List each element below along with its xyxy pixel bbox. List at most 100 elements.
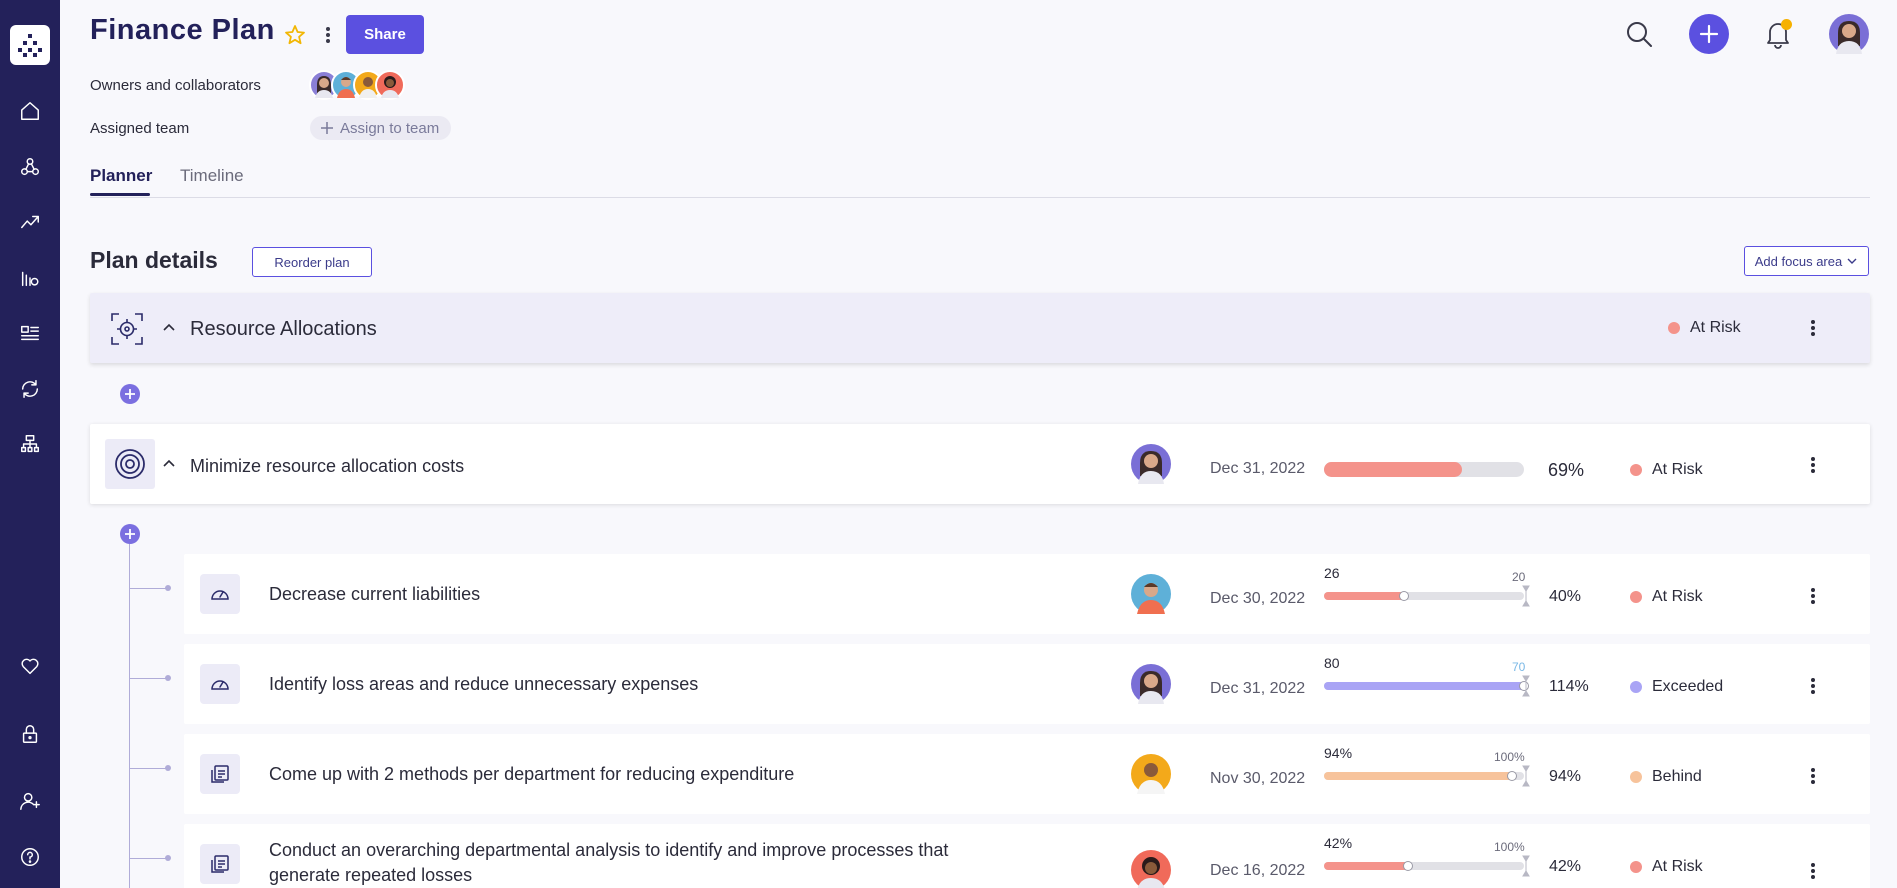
progress-track xyxy=(1324,862,1524,870)
target-marker-icon xyxy=(1522,675,1530,697)
owner-avatar[interactable] xyxy=(1131,574,1171,614)
due-date: Dec 16, 2022 xyxy=(1210,862,1306,879)
add-objective-button[interactable] xyxy=(120,384,140,404)
key-result-more-icon[interactable] xyxy=(1805,676,1821,696)
key-result-more-icon[interactable] xyxy=(1805,861,1821,881)
plus-icon xyxy=(1699,24,1719,44)
objective-row[interactable]: Minimize resource allocation costs Dec 3… xyxy=(90,424,1870,504)
due-date: Dec 31, 2022 xyxy=(1210,680,1306,697)
status-badge: Behind xyxy=(1630,768,1702,786)
reorder-plan-button[interactable]: Reorder plan xyxy=(252,247,372,277)
app-logo[interactable] xyxy=(10,25,50,65)
owner-avatar[interactable] xyxy=(1131,754,1171,794)
user-avatar[interactable] xyxy=(1829,14,1869,54)
focus-area-more-icon[interactable] xyxy=(1805,318,1821,338)
progress-fill xyxy=(1324,462,1462,477)
owner-avatar[interactable] xyxy=(1131,444,1171,484)
progress-percent: 42% xyxy=(1549,858,1582,875)
bar-chart-icon[interactable] xyxy=(16,264,44,292)
key-result-row[interactable]: Decrease current liabilities Dec 30, 2022… xyxy=(184,554,1870,634)
objective-more-icon[interactable] xyxy=(1805,455,1821,475)
status-dot xyxy=(1630,861,1642,873)
tree-branch xyxy=(130,588,168,589)
owners-label: Owners and collaborators xyxy=(90,77,261,94)
status-badge: At Risk xyxy=(1630,461,1703,479)
progress-percent: 114% xyxy=(1549,678,1589,695)
tree-node-dot xyxy=(165,675,171,681)
add-focus-area-button[interactable]: Add focus area xyxy=(1744,246,1869,276)
status-label: At Risk xyxy=(1652,461,1703,478)
tree-node-dot xyxy=(165,855,171,861)
hierarchy-icon[interactable] xyxy=(16,430,44,458)
help-icon[interactable] xyxy=(16,843,44,871)
assign-to-team-label: Assign to team xyxy=(340,119,440,137)
target-marker-icon xyxy=(1522,855,1530,877)
favorite-star-icon[interactable] xyxy=(283,23,307,47)
focus-area-row[interactable]: Resource Allocations At Risk xyxy=(90,293,1870,363)
status-dot xyxy=(1630,771,1642,783)
key-result-title: Identify loss areas and reduce unnecessa… xyxy=(269,674,699,694)
heart-icon[interactable] xyxy=(16,652,44,680)
progress-track xyxy=(1324,772,1524,780)
more-options-icon[interactable] xyxy=(320,24,336,46)
due-date: Dec 31, 2022 xyxy=(1210,460,1306,477)
current-value: 42% xyxy=(1324,835,1353,851)
target-value: 70 xyxy=(1512,660,1526,674)
status-badge: At Risk xyxy=(1630,858,1703,876)
home-icon[interactable] xyxy=(16,97,44,125)
trending-up-icon[interactable] xyxy=(16,208,44,236)
tree-node-dot xyxy=(165,585,171,591)
status-badge: At Risk xyxy=(1630,588,1703,606)
progress-knob[interactable] xyxy=(1403,861,1413,871)
status-label: At Risk xyxy=(1652,858,1703,875)
focus-target-icon xyxy=(110,312,144,346)
tab-timeline[interactable]: Timeline xyxy=(180,166,244,186)
sidebar xyxy=(0,0,60,888)
refresh-icon[interactable] xyxy=(16,375,44,403)
tab-planner[interactable]: Planner xyxy=(90,166,152,186)
progress-knob[interactable] xyxy=(1507,771,1517,781)
chevron-up-icon[interactable] xyxy=(162,321,176,335)
plus-icon xyxy=(125,529,135,539)
assign-to-team-button[interactable]: Assign to team xyxy=(310,116,452,140)
list-icon[interactable] xyxy=(16,319,44,347)
key-result-row[interactable]: Conduct an overarching departmental anal… xyxy=(184,824,1870,888)
lock-icon[interactable] xyxy=(16,720,44,748)
network-icon[interactable] xyxy=(16,153,44,181)
progress-percent: 94% xyxy=(1549,768,1582,785)
key-result-more-icon[interactable] xyxy=(1805,586,1821,606)
gauge-icon xyxy=(200,574,240,614)
owner-avatar[interactable] xyxy=(1131,850,1171,888)
status-dot xyxy=(1630,681,1642,693)
search-icon[interactable] xyxy=(1624,19,1654,49)
current-value: 80 xyxy=(1324,655,1340,671)
status-label: At Risk xyxy=(1652,588,1703,605)
status-badge: Exceeded xyxy=(1630,678,1723,696)
create-button[interactable] xyxy=(1689,14,1729,54)
status-label: At Risk xyxy=(1690,319,1741,336)
progress-track xyxy=(1324,592,1524,600)
logo-icon xyxy=(18,34,42,57)
current-value: 26 xyxy=(1324,565,1340,581)
add-focus-area-label: Add focus area xyxy=(1754,253,1843,269)
progress-track xyxy=(1324,682,1524,690)
key-result-row[interactable]: Identify loss areas and reduce unnecessa… xyxy=(184,644,1870,724)
target-value: 100% xyxy=(1494,750,1525,764)
progress-fill xyxy=(1324,862,1408,870)
status-label: Behind xyxy=(1652,768,1702,785)
task-icon xyxy=(200,844,240,884)
key-result-row[interactable]: Come up with 2 methods per department fo… xyxy=(184,734,1870,814)
owner-avatar[interactable] xyxy=(1131,664,1171,704)
progress-fill xyxy=(1324,682,1524,690)
progress-percent: 69% xyxy=(1548,460,1585,480)
key-result-more-icon[interactable] xyxy=(1805,766,1821,786)
share-button[interactable]: Share xyxy=(346,15,424,54)
chevron-up-icon[interactable] xyxy=(162,457,176,471)
progress-knob[interactable] xyxy=(1399,591,1409,601)
add-user-icon[interactable] xyxy=(16,787,44,815)
tree-node-dot xyxy=(165,765,171,771)
add-key-result-button[interactable] xyxy=(120,524,140,544)
progress-percent: 40% xyxy=(1549,588,1582,605)
status-dot xyxy=(1630,464,1642,476)
chevron-down-icon xyxy=(1847,258,1857,264)
